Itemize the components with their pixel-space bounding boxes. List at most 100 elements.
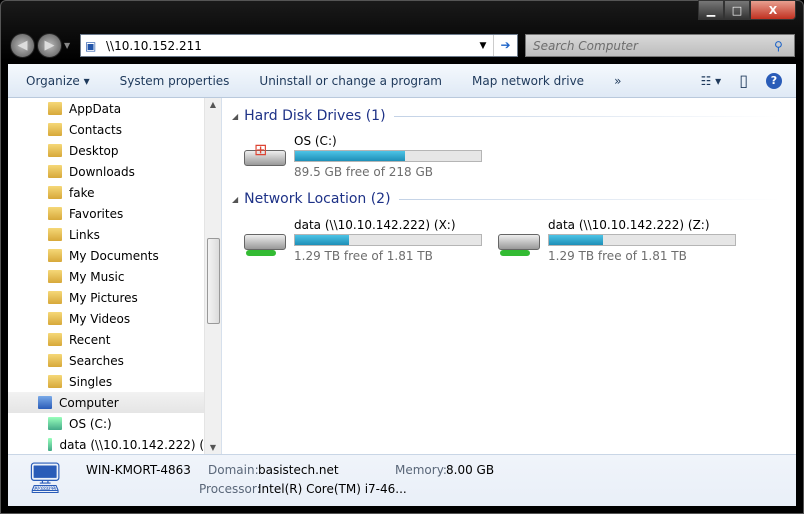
scroll-up-icon[interactable]: ▲: [205, 100, 221, 109]
sidebar-item[interactable]: My Videos: [8, 308, 221, 329]
sidebar-item[interactable]: Links: [8, 224, 221, 245]
free-space-text: 89.5 GB free of 218 GB: [294, 165, 433, 179]
drive-name: data (\\10.10.142.222) (X:): [294, 218, 456, 232]
sidebar-item[interactable]: Contacts: [8, 119, 221, 140]
map-network-drive-button[interactable]: Map network drive: [457, 74, 599, 88]
group-header[interactable]: ◢ Hard Disk Drives (1): [232, 108, 780, 124]
sidebar-item-label: Links: [69, 227, 100, 242]
address-dropdown-icon[interactable]: ▼: [473, 41, 493, 51]
sidebar-item[interactable]: fake: [8, 182, 221, 203]
sidebar-item-label: Contacts: [69, 122, 122, 137]
network-drive-icon: [242, 218, 288, 260]
folder-icon: [48, 207, 62, 220]
usage-bar: [294, 150, 482, 162]
arrow-right-icon[interactable]: ➔: [493, 35, 517, 56]
nav-buttons: ◀ ▶ ▼: [10, 33, 70, 58]
group-title: Network Location (2): [244, 191, 391, 207]
sidebar-item[interactable]: data (\\10.10.142.222) (X:): [8, 434, 221, 454]
recent-pages-dropdown[interactable]: ▼: [64, 41, 70, 50]
minimize-button[interactable]: ▁: [698, 0, 724, 20]
sidebar-item[interactable]: My Documents: [8, 245, 221, 266]
computer-icon: 🖥: [26, 461, 65, 496]
sidebar-item[interactable]: My Music: [8, 266, 221, 287]
search-input[interactable]: [533, 38, 774, 53]
close-button[interactable]: X: [750, 0, 796, 20]
usage-bar-fill: [549, 235, 603, 245]
sidebar-item-label: Desktop: [69, 143, 119, 158]
usage-bar: [548, 234, 736, 246]
sidebar-item[interactable]: Computer: [8, 392, 221, 413]
computer-name: WIN-KMORT-4863: [86, 463, 191, 477]
domain-label: Domain:: [208, 463, 259, 477]
usage-bar: [294, 234, 482, 246]
group-header[interactable]: ◢ Network Location (2): [232, 191, 780, 207]
folder-icon: [48, 375, 62, 388]
more-commands-button[interactable]: »: [599, 74, 636, 88]
drive-tile[interactable]: data (\\10.10.142.222) (X:) 1.29 TB free …: [242, 218, 482, 263]
forward-button[interactable]: ▶: [37, 33, 62, 58]
drive-tile[interactable]: data (\\10.10.142.222) (Z:) 1.29 TB free …: [496, 218, 736, 263]
usage-bar-fill: [295, 151, 405, 161]
sidebar-item-label: Singles: [69, 374, 113, 389]
memory-value: 8.00 GB: [446, 463, 495, 477]
sidebar-item-label: data (\\10.10.142.222) (X:): [59, 437, 221, 452]
folder-icon: [48, 249, 62, 262]
address-bar: ▣ ▼ ➔: [80, 34, 518, 57]
folder-icon: [48, 354, 62, 367]
sidebar-item-label: Recent: [69, 332, 111, 347]
toolbar: Organize ▾ System properties Uninstall o…: [8, 64, 796, 98]
sidebar-item[interactable]: My Pictures: [8, 287, 221, 308]
sidebar-item[interactable]: Downloads: [8, 161, 221, 182]
sidebar-item[interactable]: Desktop: [8, 140, 221, 161]
group-divider: [393, 115, 780, 117]
system-properties-button[interactable]: System properties: [105, 74, 245, 88]
usage-bar-fill: [295, 235, 349, 245]
sidebar-item-label: Computer: [59, 395, 119, 410]
domain-value: basistech.net: [258, 463, 339, 477]
folder-icon: [48, 186, 62, 199]
drive-icon: [48, 438, 53, 451]
maximize-button[interactable]: □: [724, 0, 750, 20]
drive-tile[interactable]: ⊞ OS (C:) 89.5 GB free of 218 GB: [242, 134, 482, 179]
sidebar-scrollbar[interactable]: ▲ ▼: [204, 98, 221, 454]
uninstall-program-button[interactable]: Uninstall or change a program: [244, 74, 457, 88]
processor-value: Intel(R) Core(TM) i7-46...: [258, 482, 407, 496]
collapse-triangle-icon[interactable]: ◢: [232, 195, 238, 204]
preview-pane-button[interactable]: ▯: [739, 71, 748, 90]
folder-icon: [48, 312, 62, 325]
folder-icon: [48, 123, 62, 136]
search-icon[interactable]: ⚲: [774, 39, 794, 53]
free-space-text: 1.29 TB free of 1.81 TB: [548, 249, 687, 263]
sidebar-item[interactable]: AppData: [8, 98, 221, 119]
network-drive-icon: [496, 218, 542, 260]
memory-label: Memory:: [395, 463, 447, 477]
group-divider: [398, 198, 780, 200]
scroll-down-icon[interactable]: ▼: [205, 443, 221, 452]
folder-icon: [48, 102, 62, 115]
address-input[interactable]: [106, 38, 473, 53]
drive-icon: [48, 417, 62, 430]
sidebar-item-label: Searches: [69, 353, 124, 368]
drive-name: OS (C:): [294, 134, 337, 148]
sidebar-item[interactable]: Searches: [8, 350, 221, 371]
folder-icon: [48, 333, 62, 346]
view-options-button[interactable]: ☷ ▾: [701, 74, 722, 88]
computer-icon: ▣: [85, 38, 97, 53]
group-title: Hard Disk Drives (1): [244, 108, 386, 124]
folder-icon: [48, 291, 62, 304]
back-button[interactable]: ◀: [10, 33, 35, 58]
scrollbar-thumb[interactable]: [207, 238, 220, 324]
sidebar-item-label: My Documents: [69, 248, 159, 263]
sidebar-item[interactable]: Favorites: [8, 203, 221, 224]
help-button[interactable]: ?: [766, 72, 782, 89]
organize-button[interactable]: Organize ▾: [8, 74, 105, 88]
sidebar-item[interactable]: Recent: [8, 329, 221, 350]
hard-drive-icon: ⊞: [242, 134, 288, 176]
collapse-triangle-icon[interactable]: ◢: [232, 112, 238, 121]
sidebar-item[interactable]: Singles: [8, 371, 221, 392]
content-pane: ◢ Hard Disk Drives (1) ⊞ OS (C:) 89.5 GB fre…: [222, 98, 796, 454]
free-space-text: 1.29 TB free of 1.81 TB: [294, 249, 433, 263]
processor-label: Processor:: [199, 482, 261, 496]
sidebar-item[interactable]: OS (C:): [8, 413, 221, 434]
computer-icon: [38, 396, 52, 409]
